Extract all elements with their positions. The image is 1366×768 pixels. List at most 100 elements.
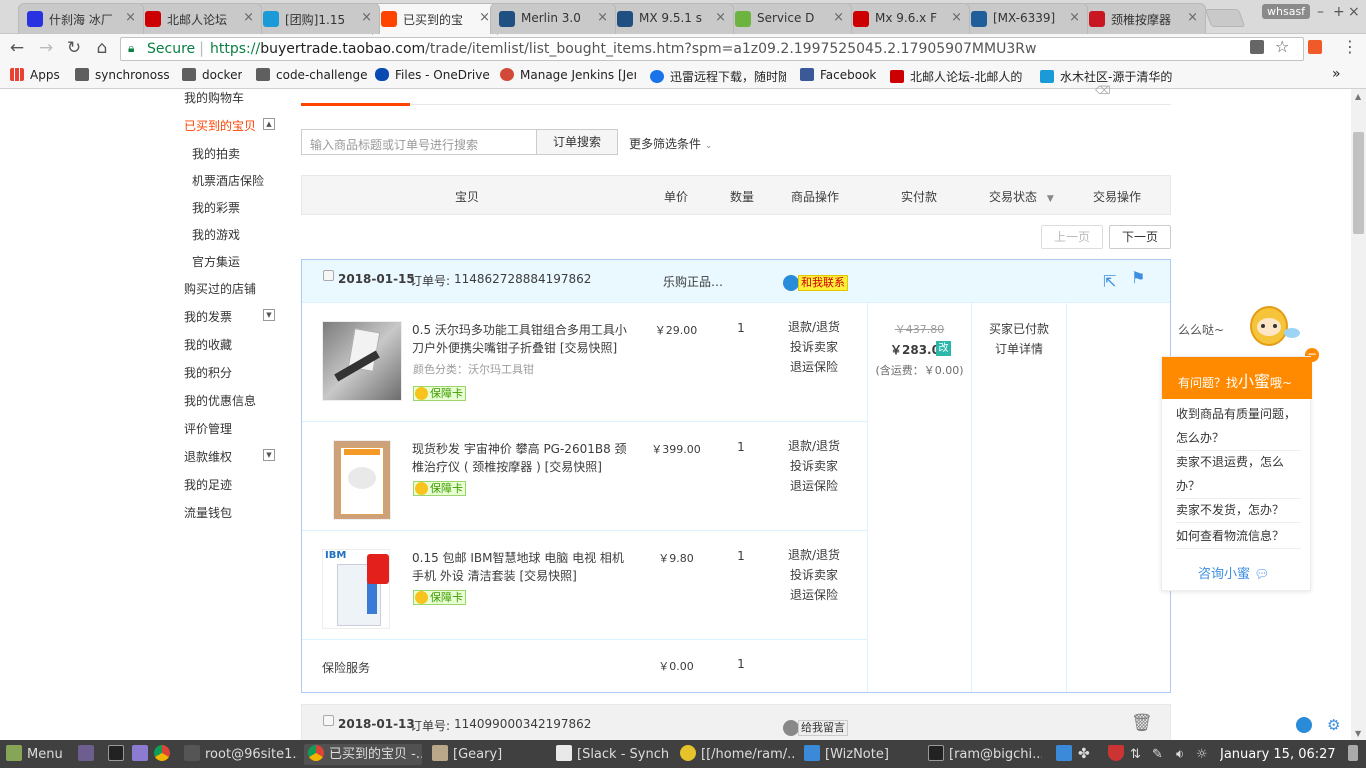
start-menu-button[interactable]: Menu — [2, 744, 63, 765]
next-page-button[interactable]: 下一页 — [1109, 225, 1171, 249]
bookmark-synchronoss[interactable]: synchronoss — [75, 68, 170, 82]
browser-tab[interactable]: Mx 9.6.x F × — [844, 3, 970, 34]
refund-link[interactable]: 退款/退货 — [774, 436, 854, 456]
browser-tab[interactable]: 什刹海 冰厂 × — [18, 3, 144, 34]
url-text[interactable]: https://buyertrade.taobao.com/trade/item… — [210, 41, 1036, 57]
scroll-down-icon[interactable]: ▼ — [1355, 729, 1361, 738]
sidebar-item[interactable]: 我的游戏 — [192, 226, 240, 243]
helper-question-link[interactable]: 收到商品有质量问题，怎么办？ — [1176, 402, 1301, 451]
browser-tab[interactable]: Service D × — [726, 3, 852, 34]
return-insurance-link[interactable]: 退运保险 — [774, 585, 854, 605]
sidebar-item[interactable]: 我的积分 — [184, 364, 232, 381]
bookmark-byr[interactable]: 北邮人论坛-北邮人的 — [890, 68, 1026, 85]
product-title-link[interactable]: 0.5 沃尔玛多功能工具钳组合多用工具小刀户外便携尖嘴钳子折叠钳 [交易快照] — [412, 321, 628, 357]
task-wiznote[interactable]: [WizNote] — [800, 744, 918, 765]
close-window-icon[interactable]: × — [1348, 4, 1360, 20]
browser-tab[interactable]: [MX-6339] × — [962, 3, 1088, 34]
browser-tab[interactable]: Merlin 3.0 × — [490, 3, 616, 34]
reload-icon[interactable]: ↻ — [64, 38, 84, 58]
tab-close-icon[interactable]: × — [361, 10, 372, 25]
product-image[interactable]: IBM — [322, 549, 390, 629]
leave-message-button[interactable]: 给我留言 — [798, 720, 848, 736]
back-icon[interactable]: ← — [7, 38, 27, 58]
sidebar-item[interactable]: 我的收藏 — [184, 336, 232, 353]
maximize-icon[interactable]: + — [1333, 4, 1345, 20]
star-icon[interactable]: ☆ — [1275, 37, 1289, 56]
collapse-toggle-icon[interactable]: ▲ — [263, 118, 275, 130]
tray-volume[interactable]: 🔉︎ — [1176, 744, 1198, 765]
home-icon[interactable]: ⌂ — [92, 38, 112, 58]
task-chrome-taobao[interactable]: 已买到的宝贝 -... — [304, 744, 422, 765]
tray-network[interactable]: ⇅ — [1130, 744, 1152, 765]
bookmark-apps[interactable]: Apps — [10, 68, 60, 82]
sidebar-item[interactable]: 我的购物车 — [184, 89, 244, 106]
scroll-up-icon[interactable]: ▲ — [1355, 92, 1361, 101]
wangwang-chat-icon[interactable] — [783, 275, 799, 291]
helper-question-link[interactable]: 卖家不发货，怎办？ — [1176, 498, 1301, 523]
recycle-icon[interactable]: ⌫ — [1095, 84, 1111, 97]
contact-seller-button[interactable]: 和我联系 — [798, 275, 848, 291]
expand-toggle-icon[interactable]: ▼ — [263, 449, 275, 461]
order-checkbox[interactable] — [323, 270, 334, 281]
clock[interactable]: January 15, 06:27 PM — [1220, 744, 1340, 765]
extension-office-icon[interactable] — [1308, 40, 1322, 54]
sidebar-item[interactable]: 评价管理 — [184, 420, 232, 437]
bookmark-xunlei[interactable]: 迅雷远程下载，随时随 — [650, 68, 786, 85]
tab-close-icon[interactable]: × — [715, 10, 726, 25]
files-launcher[interactable] — [128, 744, 150, 765]
browser-tab[interactable]: [团购]1.15 × — [254, 3, 380, 34]
tray-power[interactable] — [1348, 744, 1364, 765]
refund-link[interactable]: 退款/退货 — [774, 317, 854, 337]
sidebar-item[interactable]: 官方集运 — [192, 253, 240, 270]
tray-pen[interactable]: ✎ — [1152, 744, 1174, 765]
guarantee-card-badge[interactable]: 保障卡 — [413, 481, 466, 496]
bookmark-newsmth[interactable]: 水木社区-源于清华的 — [1040, 68, 1176, 85]
browser-tab[interactable]: 已买到的宝 × — [372, 3, 498, 35]
menu-dots-icon[interactable]: ⋮ — [1342, 37, 1358, 56]
sidebar-item[interactable]: 我的优惠信息 — [184, 392, 256, 409]
sidebar-item[interactable]: 我的彩票 — [192, 199, 240, 216]
col-status[interactable]: 交易状态 ▼ — [989, 188, 1054, 205]
complain-link[interactable]: 投诉卖家 — [774, 565, 854, 585]
browser-tab[interactable]: MX 9.5.1 s × — [608, 3, 734, 34]
product-title-link[interactable]: 现货秒发 宇宙神价 攀高 PG-2601B8 颈椎治疗仪 ( 颈椎按摩器 ) [… — [412, 440, 628, 476]
sidebar-item[interactable]: 我的足迹 — [184, 476, 232, 493]
terminal-launcher[interactable] — [104, 744, 126, 765]
task-geary[interactable]: [Geary] — [428, 744, 546, 765]
refund-link[interactable]: 退款/退货 — [774, 545, 854, 565]
browser-tab[interactable]: 北邮人论坛 × — [136, 3, 262, 34]
tray-brightness[interactable]: ☼ — [1196, 744, 1218, 765]
sidebar-item[interactable]: 已买到的宝贝 — [184, 117, 256, 134]
sidebar-item[interactable]: 我的拍卖 — [192, 145, 240, 162]
tray-shield[interactable] — [1104, 744, 1126, 765]
order-checkbox[interactable] — [323, 715, 334, 726]
sidebar-item[interactable]: 退款维权 — [184, 448, 232, 465]
task-terminal-root[interactable]: root@96site1... — [180, 744, 298, 765]
task-terminal-ram[interactable]: [ram@bigchi... — [924, 744, 1042, 765]
task-slack[interactable]: [Slack - Synch... — [552, 744, 670, 765]
show-desktop-button[interactable] — [74, 744, 96, 765]
minimize-icon[interactable]: – — [1317, 4, 1324, 20]
more-filters-button[interactable]: 更多筛选条件 ⌄ — [629, 135, 712, 152]
extension-icon[interactable] — [1250, 40, 1264, 54]
helper-question-link[interactable]: 卖家不退运费，怎么办？ — [1176, 450, 1301, 499]
tab-close-icon[interactable]: × — [243, 10, 254, 25]
tray-wiznote[interactable] — [1052, 744, 1074, 765]
complain-link[interactable]: 投诉卖家 — [774, 337, 854, 357]
browser-tab[interactable]: 颈椎按摩器 × — [1080, 3, 1206, 34]
tab-close-icon[interactable]: × — [1069, 10, 1080, 25]
tab-close-icon[interactable]: × — [1187, 10, 1198, 25]
order-search-input[interactable]: 输入商品标题或订单号进行搜索 — [301, 129, 537, 155]
tab-close-icon[interactable]: × — [125, 10, 136, 25]
bookmark-docker[interactable]: docker — [182, 68, 242, 82]
tab-close-icon[interactable]: × — [833, 10, 844, 25]
new-tab-button[interactable] — [1204, 9, 1246, 27]
complain-link[interactable]: 投诉卖家 — [774, 456, 854, 476]
return-insurance-link[interactable]: 退运保险 — [774, 357, 854, 377]
helper-question-link[interactable]: 如何查看物流信息？ — [1176, 524, 1301, 549]
order-details-link[interactable]: 订单详情 — [972, 340, 1066, 357]
guarantee-card-badge[interactable]: 保障卡 — [413, 590, 466, 605]
profile-button[interactable]: whsasf — [1262, 4, 1311, 19]
return-insurance-link[interactable]: 退运保险 — [774, 476, 854, 496]
task-home-folder[interactable]: [[/home/ram/... — [676, 744, 794, 765]
